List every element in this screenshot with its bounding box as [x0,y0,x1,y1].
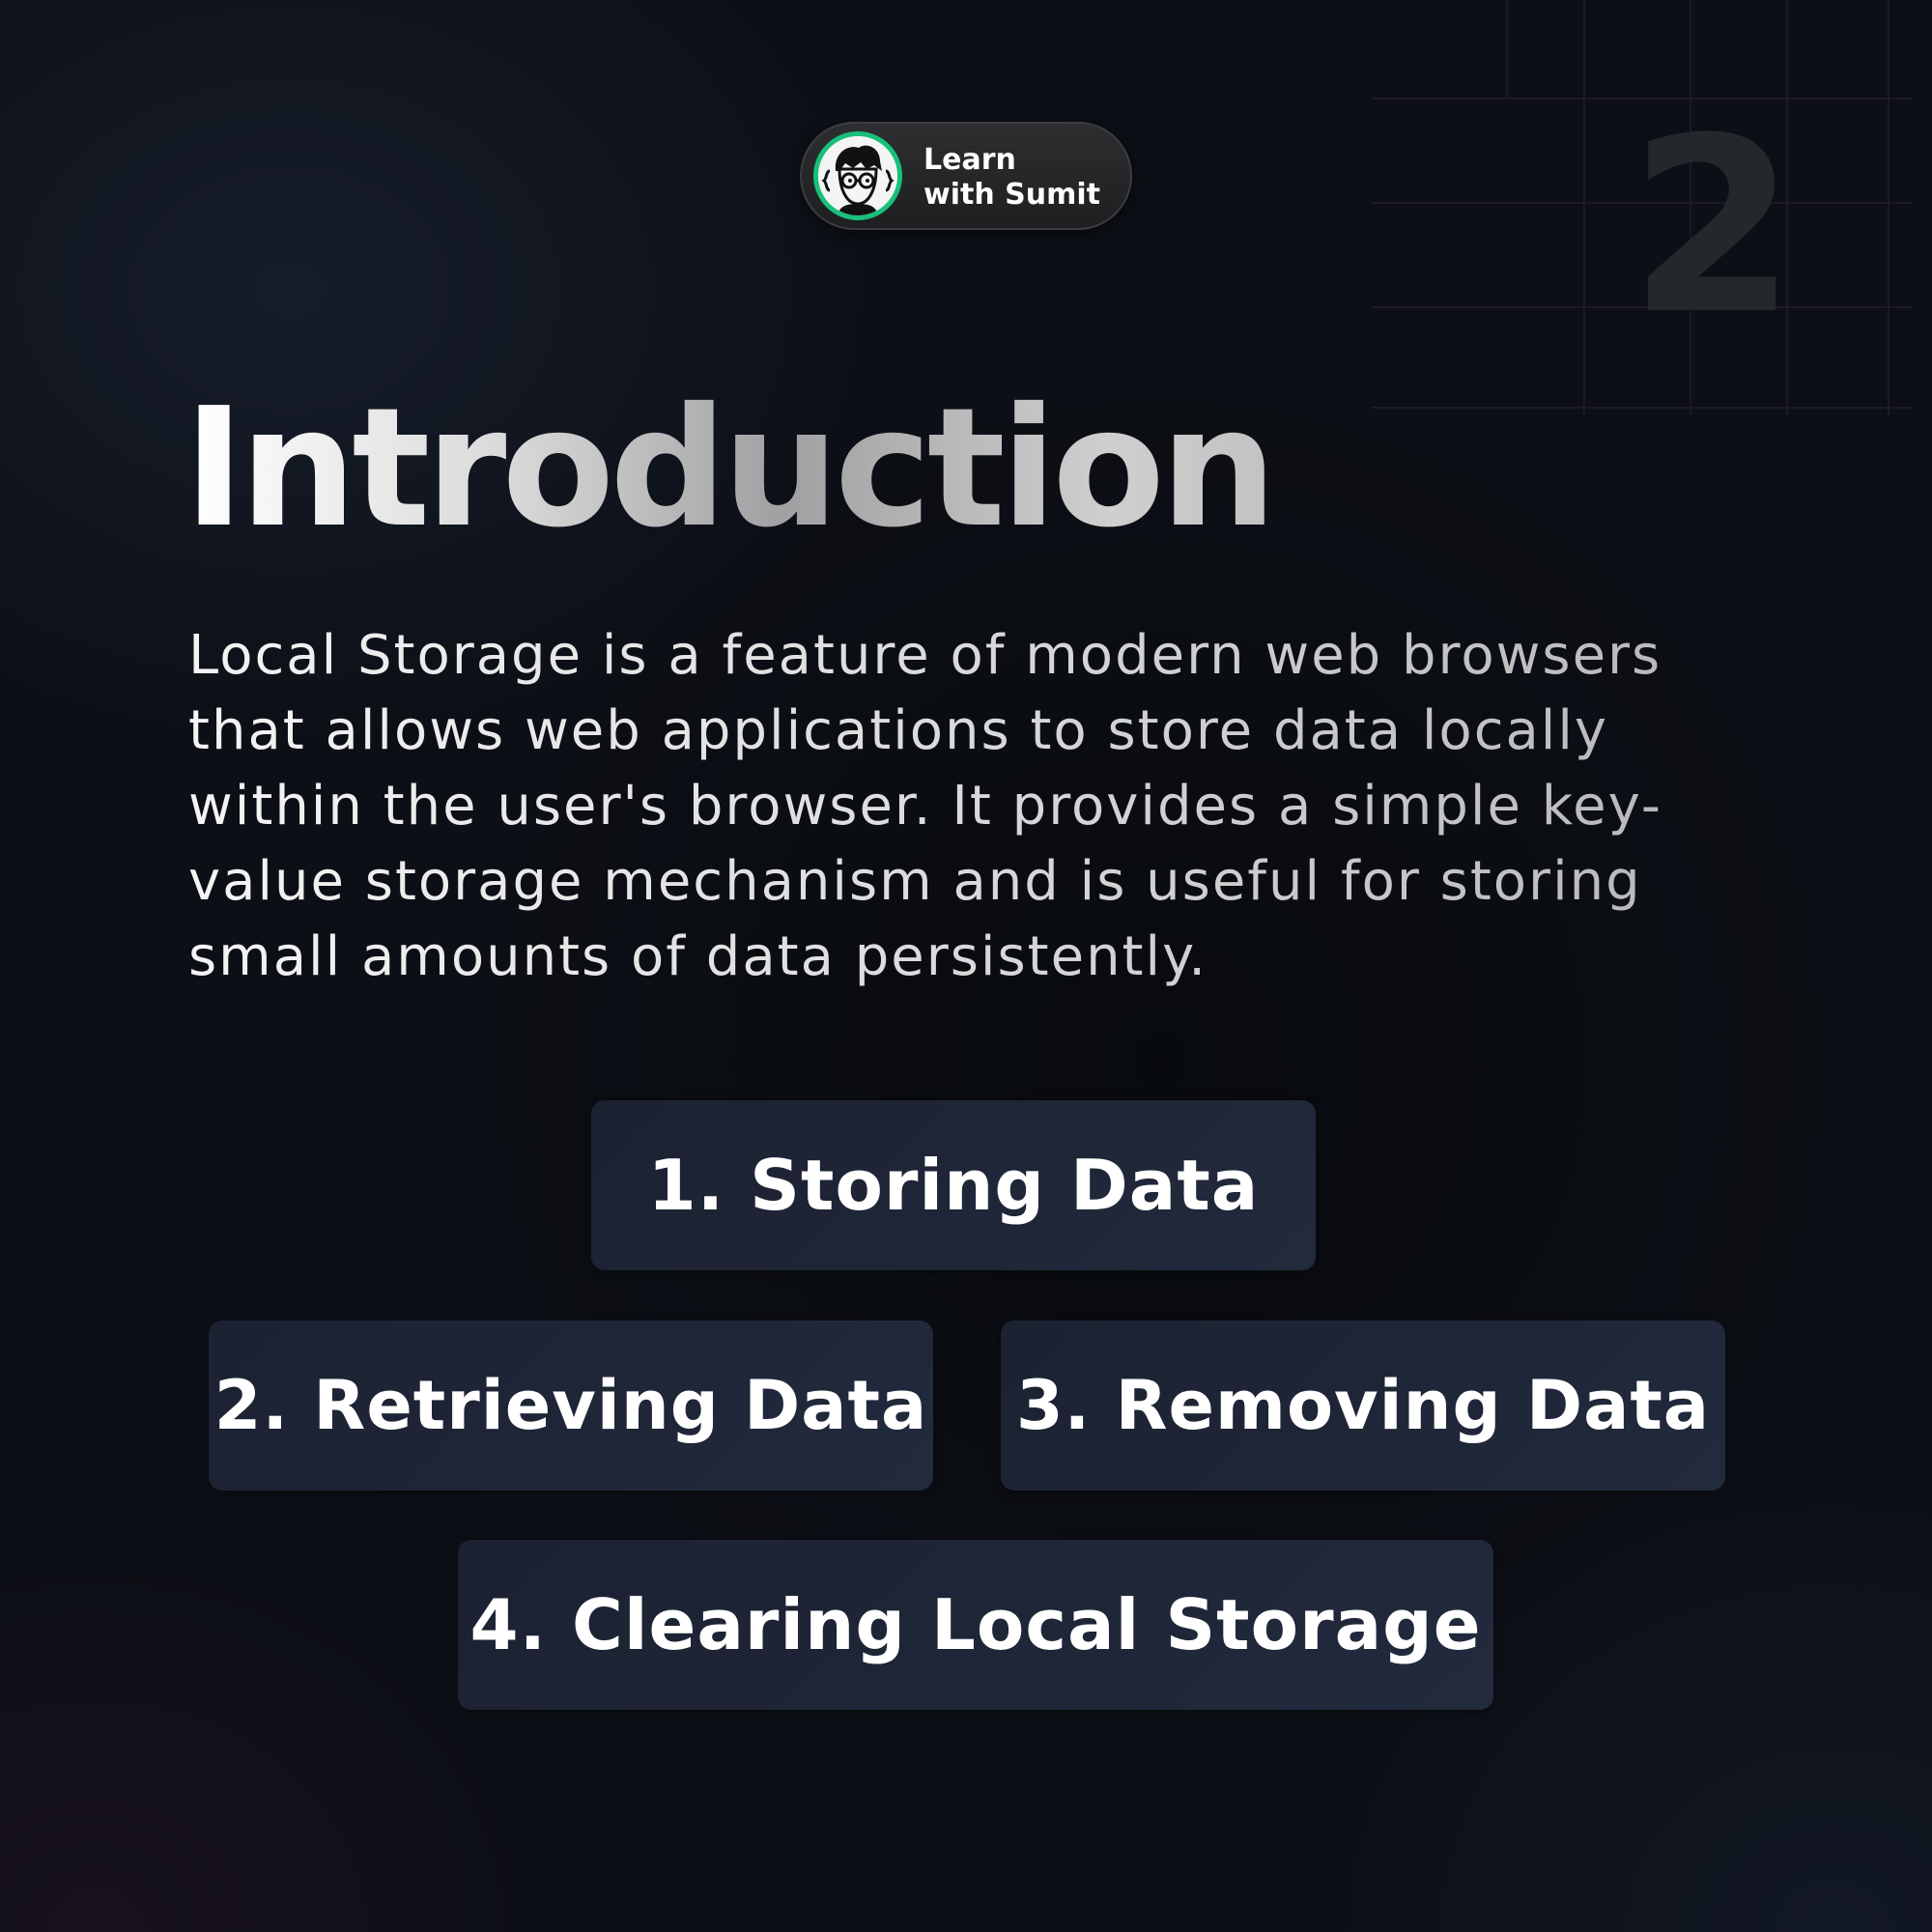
brand-line-2: with Sumit [923,178,1100,212]
description-paragraph: Local Storage is a feature of modern web… [188,618,1695,995]
topic-card-clearing-local-storage: 4. Clearing Local Storage [458,1540,1493,1710]
topic-card-retrieving-data: 2. Retrieving Data [209,1321,933,1491]
brand-line-1: Learn [923,143,1016,177]
page-title: Introduction [184,367,1277,570]
brand-badge: Learn with Sumit [800,122,1132,230]
coder-avatar-icon [813,131,902,220]
topic-card-storing-data: 1. Storing Data [591,1100,1316,1270]
brand-name: Learn with Sumit [923,143,1126,213]
topic-card-removing-data: 3. Removing Data [1001,1321,1725,1491]
page-number: 2 [1629,86,1797,367]
